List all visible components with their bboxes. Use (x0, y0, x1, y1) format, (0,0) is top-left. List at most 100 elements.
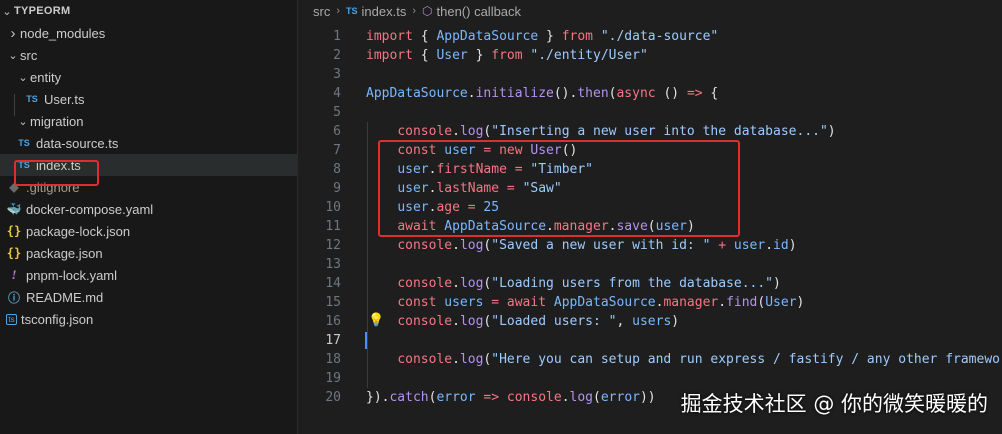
lightbulb-icon[interactable]: 💡 (368, 313, 384, 328)
code-token: console (397, 276, 453, 291)
tree-file[interactable]: ts tsconfig.json (0, 308, 297, 330)
code-text: console.log("Here you can setup and run … (366, 350, 1002, 369)
breadcrumb-symbol[interactable]: then() callback (437, 4, 522, 19)
tree-file[interactable]: ⓘ README.md (0, 286, 297, 308)
code-line[interactable]: 17 (299, 331, 1002, 350)
code-line[interactable]: 16 console.log("Loaded users: ", users) (299, 312, 1002, 331)
code-text: console.log("Loaded users: ", users) (366, 312, 679, 331)
indent-guide (14, 94, 15, 116)
code-token: User (436, 48, 468, 63)
code-line[interactable]: 8 user.firstName = "Timber" (299, 160, 1002, 179)
typescript-file-icon: TS (18, 160, 30, 170)
code-token: ( (593, 390, 601, 405)
tree-folder[interactable]: › node_modules (0, 22, 297, 44)
code-token: user (397, 200, 429, 215)
watermark: 掘金技术社区 @ 你的微笑暖暖的 (680, 392, 988, 416)
code-text: const user = new User() (366, 141, 577, 160)
tree-item-label: index.ts (36, 157, 81, 173)
indent-guide (367, 122, 368, 388)
code-token: ) (827, 124, 836, 139)
code-line[interactable]: 19 (299, 369, 1002, 388)
code-line[interactable]: 7 const user = new User() (299, 141, 1002, 160)
line-number: 18 (325, 352, 341, 367)
code-line[interactable]: 6 console.log("Inserting a new user into… (299, 122, 1002, 141)
tree-folder[interactable]: ⌄ src (0, 44, 297, 66)
line-number: 2 (333, 48, 341, 63)
code-token: async (616, 86, 656, 101)
code-token: import (366, 29, 413, 44)
tree-item-label: package-lock.json (26, 223, 131, 239)
code-token: from (561, 29, 593, 44)
chevron-down-icon: ⌄ (2, 5, 12, 18)
tree-file[interactable]: {} package.json (0, 242, 297, 264)
code-line[interactable]: 18 console.log("Here you can setup and r… (299, 350, 1002, 369)
tree-item-label: data-source.ts (36, 135, 119, 151)
code-token: + (718, 238, 727, 253)
code-line[interactable]: 11 await AppDataSource.manager.save(user… (299, 217, 1002, 236)
code-token: )) (639, 390, 656, 405)
code-line[interactable]: 1 import { AppDataSource } from "./data-s… (299, 27, 1002, 46)
typescript-file-icon: TS (18, 138, 30, 148)
code-token: manager (553, 219, 609, 234)
code-token: { (412, 48, 437, 63)
code-token: "Timber" (530, 162, 594, 177)
code-line[interactable]: 13 (299, 255, 1002, 274)
code-line[interactable]: 9 user.lastName = "Saw" (299, 179, 1002, 198)
tree-file[interactable]: ! pnpm-lock.yaml (0, 264, 297, 286)
tree-file[interactable]: TS index.ts (0, 154, 297, 176)
breadcrumb-folder[interactable]: src (313, 4, 330, 19)
line-number: 3 (333, 67, 341, 82)
code-line[interactable]: 15 const users = await AppDataSource.man… (299, 293, 1002, 312)
breadcrumb-file[interactable]: index.ts (362, 4, 407, 19)
line-number: 11 (325, 219, 341, 234)
code-token: const (397, 143, 437, 158)
code-token: user (397, 162, 429, 177)
code-token: age (436, 200, 460, 215)
code-token: "Inserting a new user into the database.… (491, 124, 828, 139)
tree-folder[interactable]: ⌄ migration (0, 110, 297, 132)
code-token: console (506, 390, 562, 405)
code-token: 25 (483, 200, 500, 215)
tree-file[interactable]: TS User.ts (0, 88, 297, 110)
code-token: log (459, 276, 484, 291)
code-token: . (561, 390, 570, 405)
code-text: console.log("Saved a new user with id: "… (366, 236, 796, 255)
code-line[interactable]: 10 user.age = 25 (299, 198, 1002, 217)
tree-file[interactable]: TS data-source.ts (0, 132, 297, 154)
line-number: 16 (325, 314, 341, 329)
info-file-icon: ⓘ (7, 290, 20, 305)
code-token: . (452, 238, 460, 253)
code-text: const users = await AppDataSource.manage… (366, 293, 804, 312)
code-line[interactable]: 4 AppDataSource.initialize().then(async (… (299, 84, 1002, 103)
code-line[interactable]: 14 console.log("Loading users from the d… (299, 274, 1002, 293)
code-line[interactable]: 2 import { User } from "./entity/User" (299, 46, 1002, 65)
code-token: user (444, 143, 476, 158)
tree-file[interactable]: 🐳 docker-compose.yaml (0, 198, 297, 220)
code-line[interactable]: 5 (299, 103, 1002, 122)
tree-file[interactable]: ◆ .gitignore (0, 176, 297, 198)
code-token: initialize (475, 86, 554, 101)
tree-folder[interactable]: ⌄ entity (0, 66, 297, 88)
code-token: "Loading users from the database..." (491, 276, 774, 291)
code-text: await AppDataSource.manager.save(user) (366, 217, 695, 236)
code-editor[interactable]: 1 import { AppDataSource } from "./data-s… (299, 27, 1002, 434)
code-token: error (436, 390, 476, 405)
code-line[interactable]: 3 (299, 65, 1002, 84)
tree-file[interactable]: {} package-lock.json (0, 220, 297, 242)
explorer-root[interactable]: ⌄ TYPEORM (0, 0, 297, 22)
code-token: "Saved a new user with id: " (491, 238, 711, 253)
code-token: ) (686, 219, 695, 234)
code-token: const (397, 295, 437, 310)
code-line[interactable]: 12 console.log("Saved a new user with id… (299, 236, 1002, 255)
code-token: await (397, 219, 437, 234)
